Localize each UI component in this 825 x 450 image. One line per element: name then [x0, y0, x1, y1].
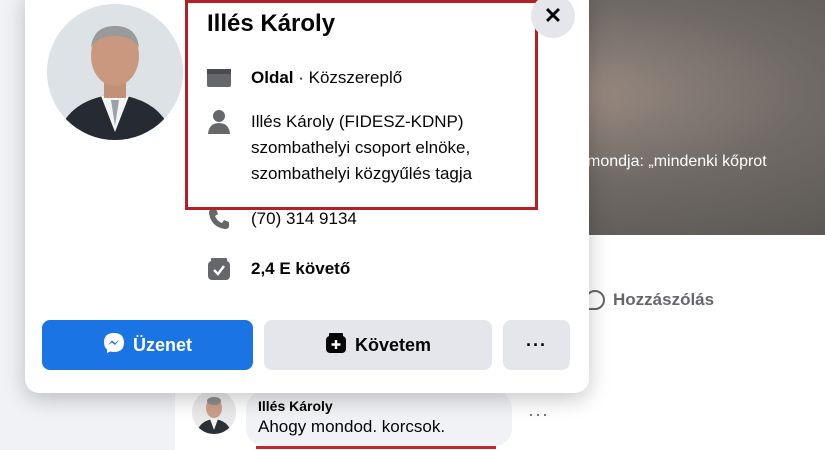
comment-button-label: Hozzászólás — [613, 290, 715, 309]
comment-underline-annotation — [256, 446, 496, 449]
comment-author[interactable]: Illés Károly — [258, 398, 500, 414]
message-button-label: Üzenet — [132, 334, 192, 355]
followers-row: 2,4 E követő — [205, 256, 350, 282]
profile-hover-card: Illés Károly Oldal · Közszereplő Illés K… — [25, 0, 589, 393]
comment-bubble: Illés Károly Ahogy mondod. korcsok. — [246, 391, 512, 446]
follow-button[interactable]: Követem — [264, 320, 492, 370]
photo-caption: mondja: „mindenki kőprot — [587, 153, 767, 170]
comment-text: Ahogy mondod. korcsok. — [258, 417, 446, 436]
followers-count[interactable]: 2,4 E követő — [251, 256, 350, 282]
highlight-annotation — [185, 0, 538, 210]
comment-more-button[interactable]: ··· — [528, 404, 549, 425]
more-options-button[interactable]: ··· — [503, 320, 570, 370]
close-icon: ✕ — [543, 3, 563, 28]
message-button[interactable]: Üzenet — [42, 320, 253, 370]
follow-icon — [325, 332, 347, 359]
follow-button-label: Követem — [354, 334, 432, 355]
followers-check-icon — [205, 256, 233, 282]
comment-avatar[interactable] — [192, 390, 236, 434]
profile-avatar[interactable] — [47, 4, 183, 140]
comment-button[interactable]: Hozzászólás — [585, 290, 714, 310]
messenger-icon — [103, 332, 125, 359]
